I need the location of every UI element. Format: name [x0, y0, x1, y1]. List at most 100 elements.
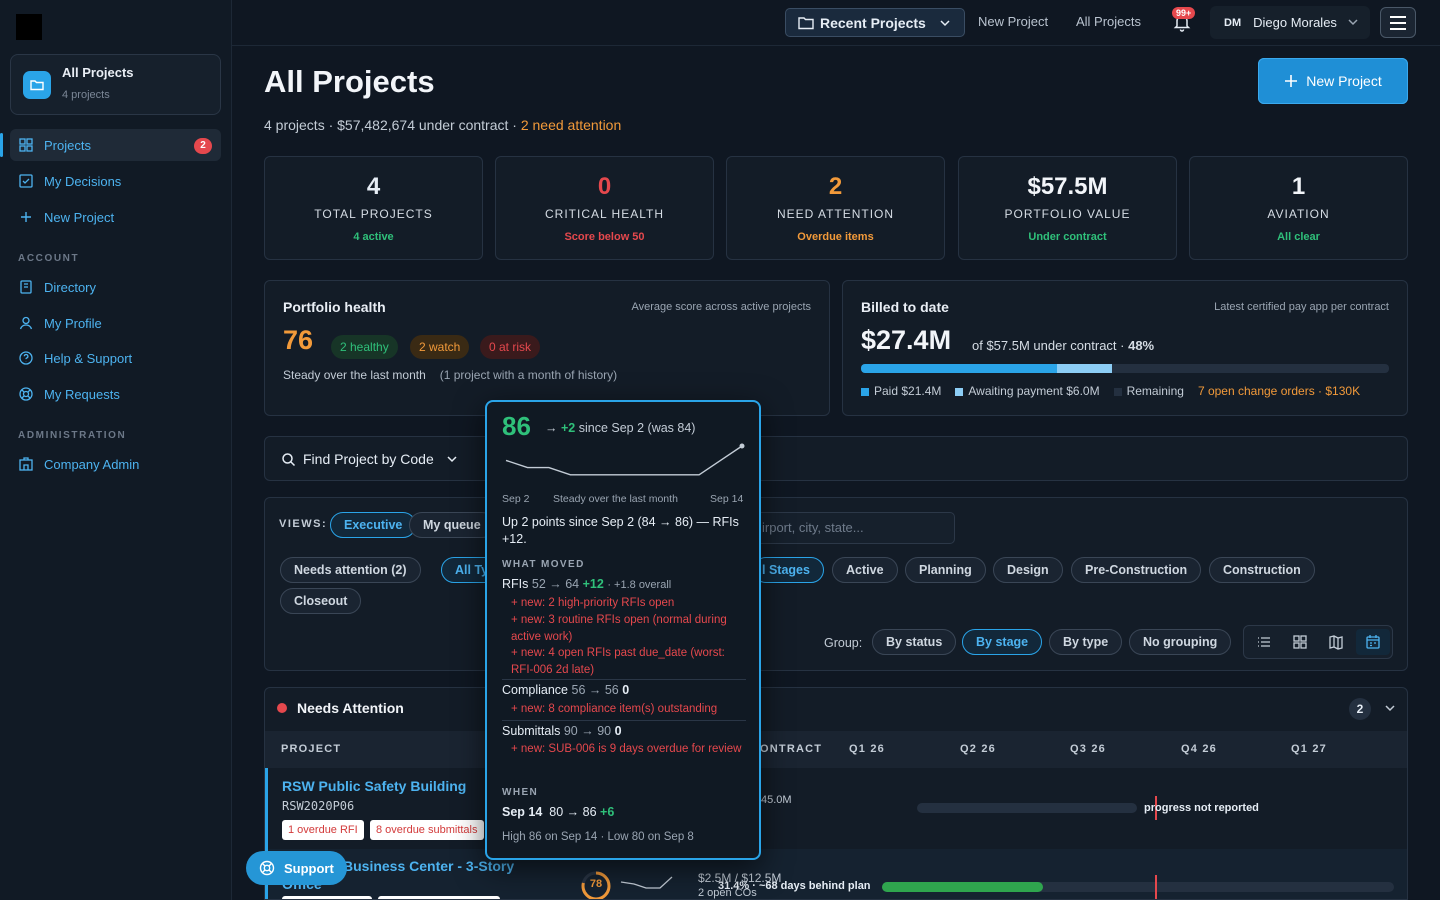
sidebar-item-directory[interactable]: Directory [10, 271, 221, 303]
support-button[interactable]: Support [246, 851, 347, 885]
change-orders-link[interactable]: 7 open change orders · $130K [1198, 384, 1360, 398]
when-heading: WHEN [502, 787, 539, 798]
healthy-pill[interactable]: 2 healthy [331, 335, 398, 359]
projects-count-badge: 2 [194, 138, 212, 154]
page-summary: 4 projects · $57,482,674 under contract … [264, 117, 521, 133]
group-by-type-chip[interactable]: By type [1049, 629, 1123, 655]
group-label: Group: [824, 636, 863, 650]
sidebar-item-label: My Requests [44, 386, 120, 402]
stage-closeout-chip[interactable]: Closeout [280, 588, 362, 614]
billed-of-text: of $57.5M under contract · [972, 338, 1129, 353]
page-subtitle: 4 projects · $57,482,674 under contract … [264, 117, 621, 133]
location-search-input[interactable]: irport, city, state... [751, 512, 955, 544]
project-switcher[interactable]: All Projects 4 projects [10, 54, 221, 115]
administration-section-heading: ADMINISTRATION [18, 430, 127, 441]
portfolio-trend: Steady over the last month (1 project wit… [283, 368, 617, 382]
sidebar-item-my-profile[interactable]: My Profile [10, 307, 221, 339]
sidebar-item-my-requests[interactable]: My Requests [10, 378, 221, 410]
attention-link[interactable]: 2 need attention [521, 117, 621, 133]
user-icon [19, 316, 33, 330]
search-icon [282, 453, 296, 467]
table-row[interactable]: Business Center - 3-Story Office 78 $2.5… [265, 849, 1407, 899]
user-initials: DM [1224, 16, 1242, 29]
at-risk-pill[interactable]: 0 at risk [480, 335, 541, 359]
schedule-progress [882, 882, 1043, 892]
recent-projects-button[interactable]: Recent Projects [785, 8, 965, 37]
view-executive-chip[interactable]: Executive [330, 512, 417, 538]
sidebar-item-my-decisions[interactable]: My Decisions [10, 165, 221, 197]
schedule-status: 31.4% · ~68 days behind plan [718, 880, 871, 892]
overdue-rfi-tag[interactable]: 1 overdue RFI [282, 820, 364, 840]
needs-attention-chip[interactable]: Needs attention (2) [280, 557, 421, 583]
stage-preconstruction-chip[interactable]: Pre-Construction [1071, 557, 1202, 583]
health-score: 78 [589, 878, 603, 890]
stage-design-chip[interactable]: Design [993, 557, 1063, 583]
stat-card-critical-health[interactable]: 0 CRITICAL HEALTH Score below 50 [495, 156, 714, 260]
portfolio-health-caption: Average score across active projects [631, 301, 811, 313]
new-project-label: New Project [1306, 73, 1382, 89]
folder-icon [798, 17, 814, 30]
billed-percent: 48% [1128, 338, 1155, 353]
sidebar-item-label: Help & Support [44, 350, 133, 366]
top-all-projects-link[interactable]: All Projects [1076, 14, 1141, 29]
calendar-view-icon[interactable] [1365, 634, 1381, 650]
project-name[interactable]: RSW Public Safety Building [282, 778, 466, 794]
sidebar-item-label: My Profile [44, 315, 102, 331]
all-stages-chip[interactable]: l Stages [753, 557, 824, 583]
no-grouping-chip[interactable]: No grouping [1129, 629, 1232, 655]
needs-attention-count: 2 [1349, 698, 1371, 720]
new-project-button[interactable]: New Project [1258, 58, 1408, 104]
view-my-queue-chip[interactable]: My queue [409, 512, 495, 538]
stat-value: 1 [1291, 173, 1306, 200]
sidebar-item-company-admin[interactable]: Company Admin [10, 448, 221, 480]
help-icon [19, 351, 33, 365]
group-by-stage-chip[interactable]: By stage [962, 629, 1043, 655]
col-project[interactable]: PROJECT [281, 743, 341, 755]
stat-card-portfolio-value[interactable]: $57.5M PORTFOLIO VALUE Under contract [958, 156, 1177, 260]
list-view-icon[interactable] [1256, 634, 1272, 650]
project-name[interactable]: Business Center - 3-Story [343, 858, 514, 874]
billed-amount: $27.4M [861, 325, 952, 355]
building-icon [19, 457, 33, 471]
grid-view-icon[interactable] [1292, 634, 1308, 650]
overdue-submittals-tag[interactable]: 8 overdue submittals [370, 820, 484, 840]
sidebar-item-help-support[interactable]: Help & Support [10, 342, 221, 374]
find-project-bar[interactable]: Find Project by Code [264, 436, 1408, 481]
stat-card-need-attention[interactable]: 2 NEED ATTENTION Overdue items [726, 156, 945, 260]
stat-value: 4 [366, 173, 381, 200]
group-by-status-chip[interactable]: By status [872, 629, 957, 655]
checkbox-icon [19, 174, 33, 188]
stat-card-aviation[interactable]: 1 AVIATION All clear [1189, 156, 1408, 260]
col-q2-26: Q2 26 [960, 743, 996, 755]
red-status-dot [277, 703, 287, 713]
stat-card-total-projects[interactable]: 4 TOTAL PROJECTS 4 active [264, 156, 483, 260]
stat-label: NEED ATTENTION [776, 207, 895, 221]
sidebar-item-label: My Decisions [44, 173, 122, 189]
hamburger-menu-button[interactable] [1380, 7, 1416, 38]
top-new-project-link[interactable]: New Project [978, 14, 1048, 29]
folder-icon [23, 71, 51, 99]
health-score-tooltip: 86 → +2 since Sep 2 (was 84) Sep 2 Stead… [485, 400, 761, 860]
table-row[interactable]: RSW Public Safety Building RSW2020P06 1 … [265, 768, 1407, 849]
col-q4-26: Q4 26 [1181, 743, 1217, 755]
today-marker [1155, 875, 1157, 899]
stat-label: PORTFOLIO VALUE [1004, 207, 1131, 221]
sidebar-item-label: Company Admin [44, 456, 140, 472]
sidebar-item-projects[interactable]: Projects 2 [0, 129, 221, 161]
col-contract[interactable]: ONTRACT [760, 743, 822, 755]
portfolio-health-score[interactable]: 76 [283, 325, 313, 356]
schedule-bar [917, 803, 1137, 813]
sidebar-item-new-project[interactable]: New Project [10, 201, 221, 233]
map-view-icon[interactable] [1328, 634, 1344, 650]
stage-active-chip[interactable]: Active [832, 557, 898, 583]
lifebuoy-icon [259, 860, 275, 876]
stage-construction-chip[interactable]: Construction [1209, 557, 1315, 583]
legend-paid: Paid $21.4M [861, 384, 941, 398]
watch-pill[interactable]: 2 watch [410, 335, 470, 359]
stage-planning-chip[interactable]: Planning [905, 557, 986, 583]
logo[interactable] [16, 14, 42, 40]
user-menu-button[interactable]: DM Diego Morales [1210, 6, 1370, 39]
collapse-chevron-icon[interactable] [1385, 705, 1395, 712]
notification-badge: 99+ [1172, 7, 1196, 19]
sparkline-axis-mid: Steady over the last month [553, 493, 678, 505]
